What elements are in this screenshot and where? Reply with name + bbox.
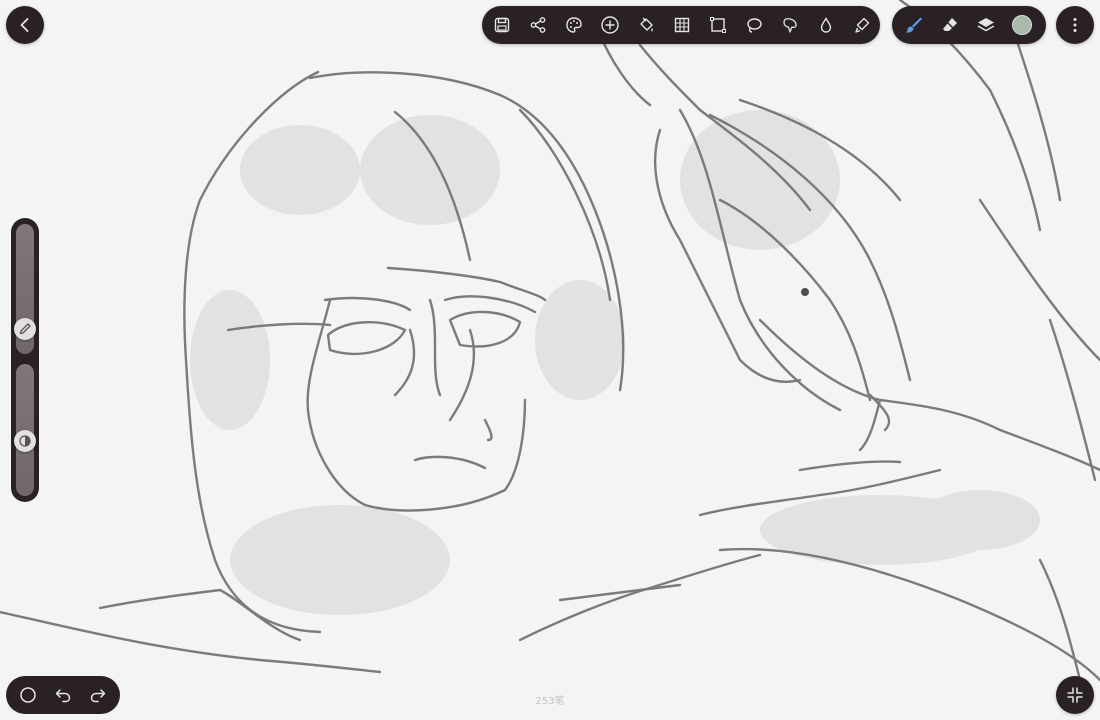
eraser-icon	[943, 18, 957, 31]
fx-brush-icon	[855, 17, 870, 33]
save-icon	[494, 17, 510, 33]
transform-button[interactable]	[700, 6, 736, 44]
smudge-button[interactable]	[808, 6, 844, 44]
transform-icon	[710, 17, 726, 33]
brush-icon	[906, 17, 922, 33]
more-menu-button[interactable]	[1056, 6, 1094, 44]
palette-icon	[566, 17, 582, 33]
brush-opacity-handle[interactable]	[14, 430, 36, 452]
color-swatch	[1012, 15, 1032, 35]
undo-icon	[55, 689, 71, 703]
fx-brush-button[interactable]	[844, 6, 880, 44]
share-icon	[530, 17, 546, 33]
opacity-icon	[19, 435, 31, 447]
history-controls	[6, 676, 120, 714]
add-icon	[601, 16, 619, 34]
grid-icon	[674, 17, 690, 33]
back-button[interactable]	[6, 6, 44, 44]
share-button[interactable]	[520, 6, 556, 44]
select-button[interactable]	[772, 6, 808, 44]
grid-button[interactable]	[664, 6, 700, 44]
fullscreen-toggle-button[interactable]	[1056, 676, 1094, 714]
redo-icon	[91, 689, 106, 703]
layers-button[interactable]	[968, 6, 1004, 44]
layers-icon	[977, 18, 995, 32]
undo-button[interactable]	[47, 676, 79, 714]
brush-button[interactable]	[896, 6, 932, 44]
save-button[interactable]	[484, 6, 520, 44]
smudge-icon	[820, 17, 832, 33]
more-vertical-icon	[1073, 18, 1077, 32]
brush-toolbar	[892, 6, 1046, 44]
redo-button[interactable]	[82, 676, 114, 714]
main-toolbar	[482, 6, 880, 44]
chevron-left-icon	[20, 18, 29, 32]
fill-button[interactable]	[628, 6, 664, 44]
palette-button[interactable]	[556, 6, 592, 44]
lasso-icon	[747, 18, 762, 33]
lasso-button[interactable]	[736, 6, 772, 44]
circle-icon	[19, 687, 36, 703]
compress-icon	[1067, 687, 1083, 703]
brush-size-handle[interactable]	[14, 318, 36, 340]
drawing-canvas[interactable]	[0, 0, 1100, 720]
fill-icon	[640, 17, 653, 32]
eraser-button[interactable]	[932, 6, 968, 44]
select-icon	[783, 18, 797, 33]
brush-slider-panel	[11, 218, 39, 502]
pencil-icon	[19, 323, 31, 335]
color-swatch-button[interactable]	[1004, 6, 1040, 44]
stroke-count-label: 253笔	[535, 696, 565, 707]
circle-tool-button[interactable]	[12, 676, 44, 714]
add-button[interactable]	[592, 6, 628, 44]
